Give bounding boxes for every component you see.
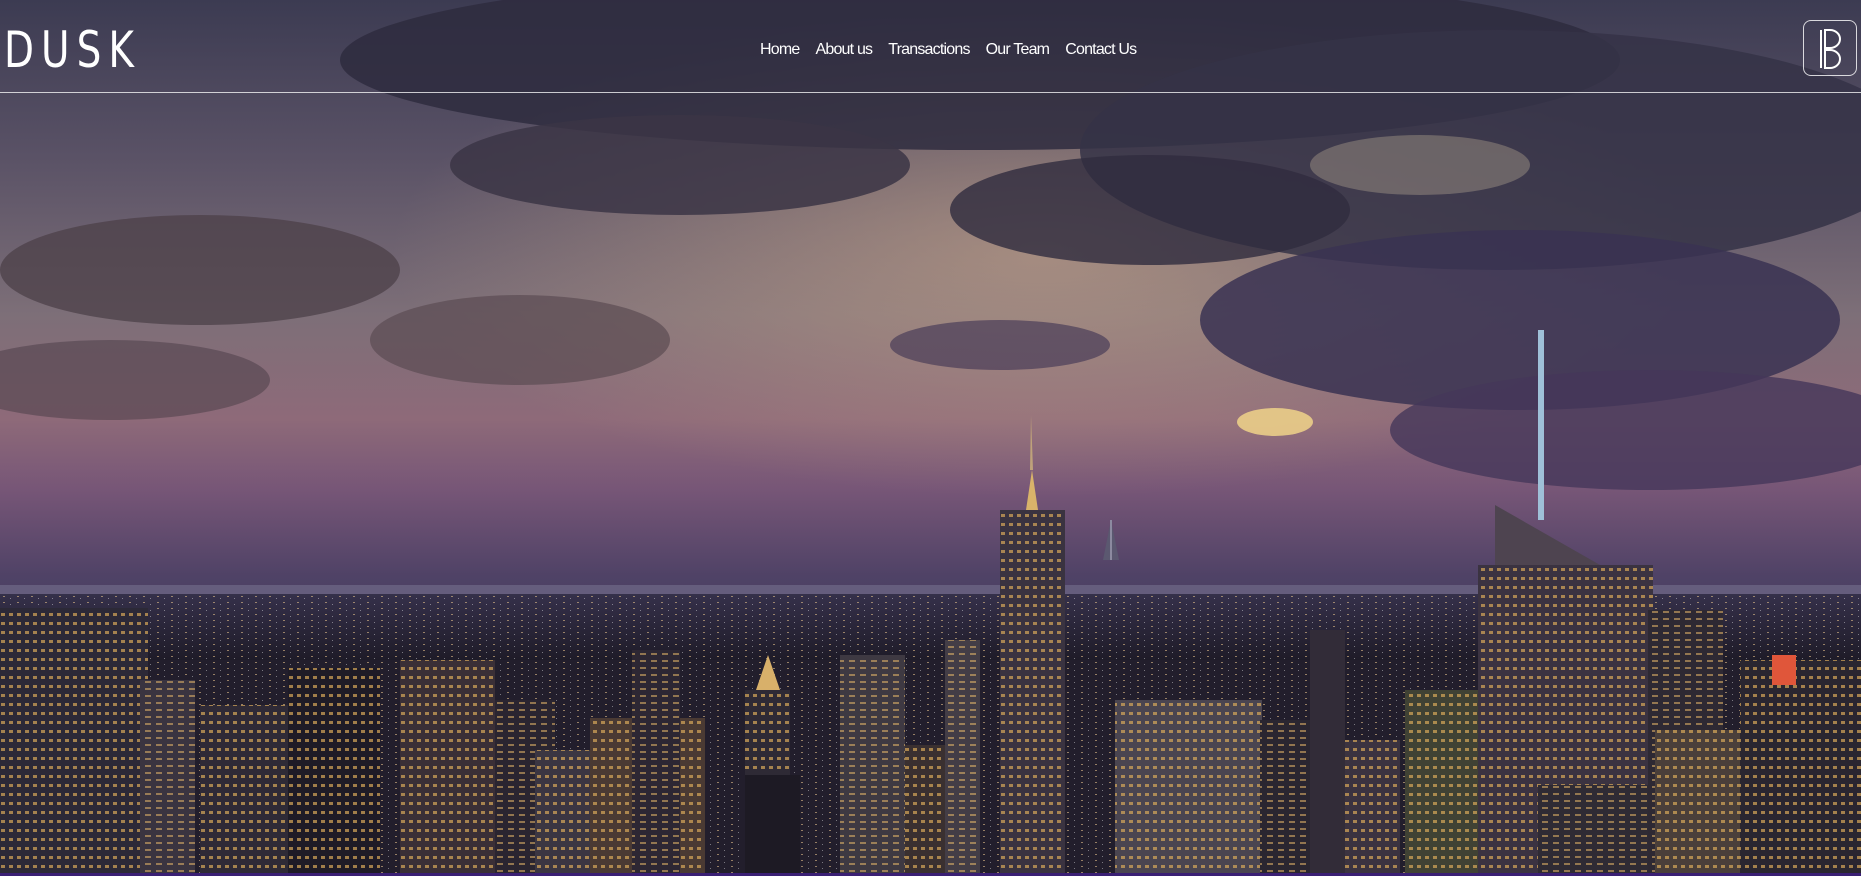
brand-monogram-button[interactable]: [1803, 20, 1857, 76]
brand-monogram-icon: [1820, 29, 1841, 69]
hero-skyline-image: [0, 0, 1861, 873]
site-logo[interactable]: DUSK: [4, 20, 141, 80]
header-divider: [0, 92, 1861, 93]
nav-home-link[interactable]: Home: [760, 40, 800, 60]
main-navigation: Home About us Transactions Our Team Cont…: [760, 40, 1152, 60]
nav-contact-link[interactable]: Contact Us: [1065, 40, 1137, 60]
nav-transactions-link[interactable]: Transactions: [888, 40, 970, 60]
nav-our-team-link[interactable]: Our Team: [986, 40, 1050, 60]
nav-about-link[interactable]: About us: [815, 40, 873, 60]
